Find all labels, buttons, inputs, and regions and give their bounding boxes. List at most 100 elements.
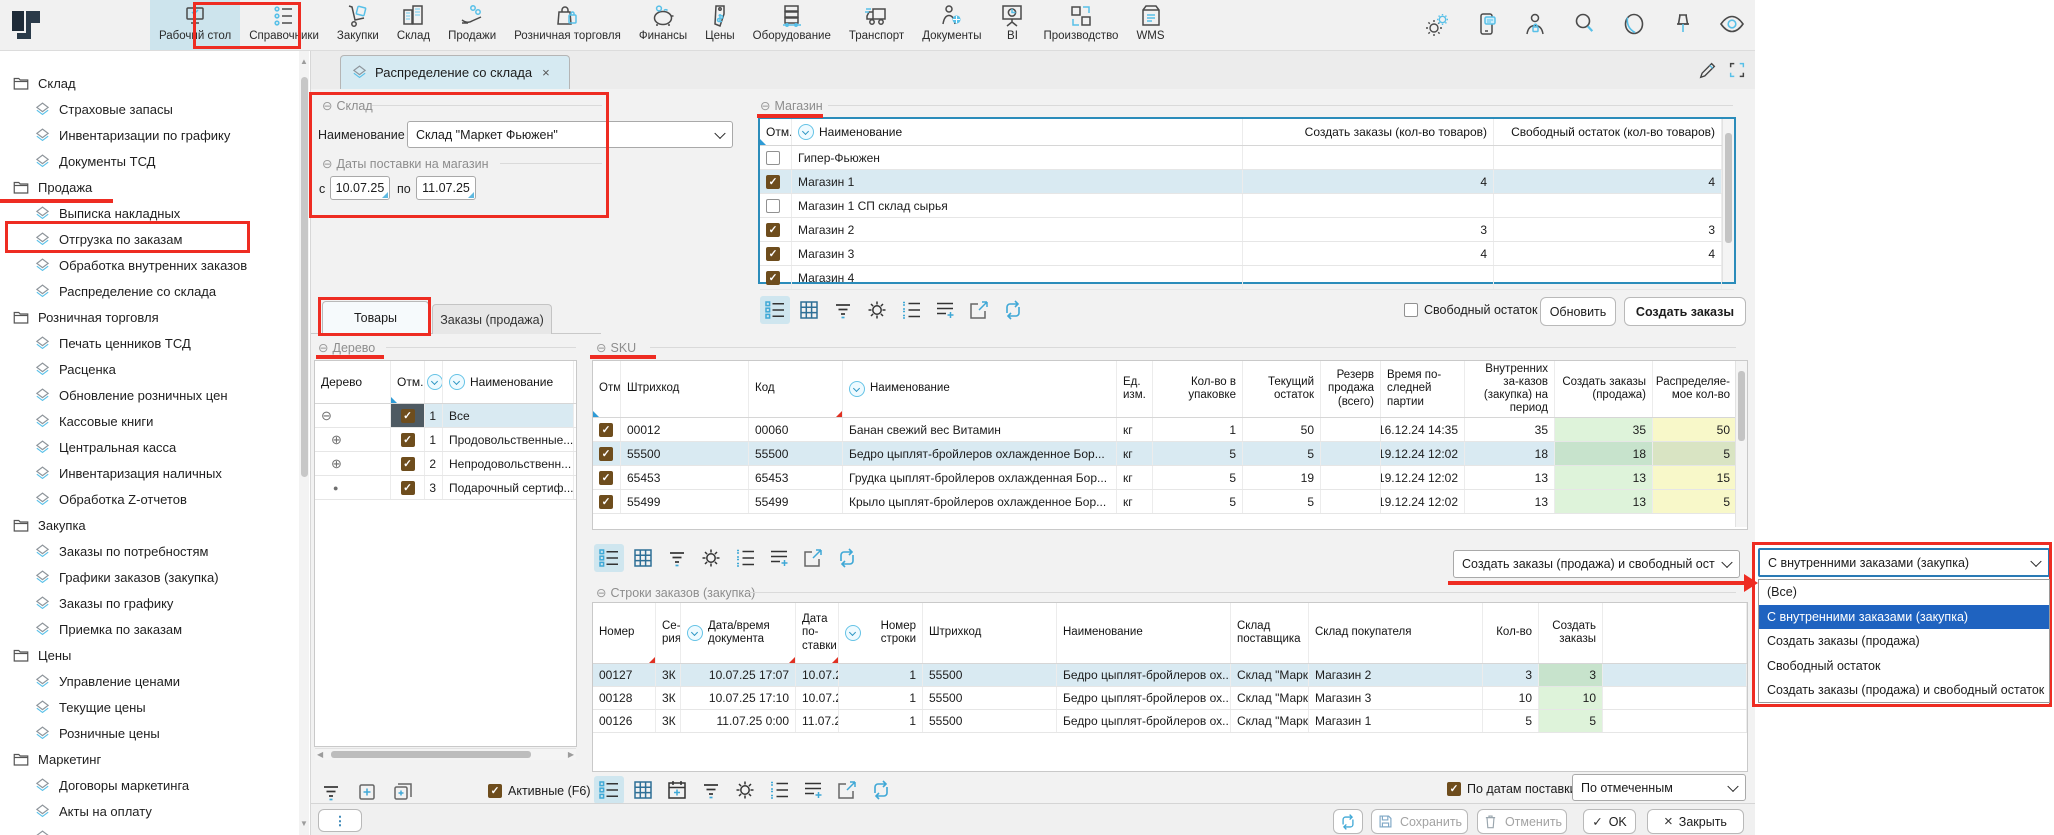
filter-icon[interactable] <box>316 778 346 806</box>
user-lock-icon[interactable] <box>1523 11 1549 37</box>
sidebar-folder-marketing[interactable]: Маркетинг <box>0 746 308 772</box>
option-create-orders[interactable]: Создать заказы (продажа) <box>1759 629 2049 654</box>
col-last-batch[interactable]: Время по-следней партии <box>1381 361 1465 417</box>
tree-row[interactable]: ⊕ 1 Продовольственные... <box>315 428 576 452</box>
sidebar-item[interactable]: Заказы по графику <box>0 590 330 616</box>
by-marked-select[interactable]: По отмеченным <box>1572 774 1746 801</box>
export-icon[interactable] <box>798 544 828 572</box>
col-tree[interactable]: Дерево <box>315 361 391 403</box>
tree-row[interactable]: ● 3 Подарочный сертиф... <box>315 476 576 500</box>
refresh-small-button[interactable] <box>1333 809 1363 834</box>
free-rest-checkbox[interactable]: Свободный остаток <box>1404 303 1537 317</box>
col-reserve[interactable]: Резерв продажа (всего) <box>1321 361 1381 417</box>
collapse-icon[interactable]: ⊖ <box>596 341 606 355</box>
row-checkbox[interactable] <box>766 247 780 261</box>
col-delivery[interactable]: Дата по-ставки <box>796 603 839 663</box>
scrollbar-thumb[interactable] <box>1725 133 1732 243</box>
date-from-input[interactable]: 10.07.25 <box>330 176 390 200</box>
refresh-icon[interactable] <box>832 544 862 572</box>
sku-mode-select[interactable]: Создать заказы (продажа) и свободный ост… <box>1453 550 1740 578</box>
add-list-icon[interactable] <box>798 776 828 804</box>
close-button[interactable]: ×Закрыть <box>1647 809 1744 834</box>
device-chat-icon[interactable] <box>1474 11 1500 37</box>
nav-production[interactable]: Производство <box>1034 0 1127 50</box>
sidebar-item[interactable]: Обработка Z-отчетов <box>0 486 330 512</box>
sidebar-item[interactable]: Центральная касса <box>0 434 330 460</box>
filter-chevron-icon[interactable] <box>845 625 861 641</box>
add-stack-icon[interactable] <box>388 778 418 806</box>
sidebar-item[interactable]: Обработка внутренних заказов <box>0 252 330 278</box>
warehouse-select[interactable]: Склад "Маркет Фьюжен" <box>407 121 733 148</box>
sku-scrollbar[interactable] <box>1735 361 1747 527</box>
sidebar-item[interactable]: Заказы по потребностям <box>0 538 330 564</box>
add-list-icon[interactable] <box>764 544 794 572</box>
col-name[interactable]: Наименование <box>843 361 1117 417</box>
sidebar-scrollbar-thumb[interactable] <box>301 77 308 477</box>
nav-retail[interactable]: Розничная торговля <box>505 0 630 50</box>
add-list-icon[interactable] <box>930 296 960 324</box>
settings-gear-icon[interactable] <box>862 296 892 324</box>
export-icon[interactable] <box>964 296 994 324</box>
eye-icon[interactable] <box>1719 11 1745 37</box>
row-checkbox[interactable] <box>766 151 780 165</box>
filter-chevron-icon[interactable] <box>427 374 443 390</box>
row-checkbox[interactable] <box>401 433 415 447</box>
grid-view-icon[interactable] <box>794 296 824 324</box>
row-checkbox[interactable] <box>766 223 780 237</box>
ok-button[interactable]: ✓OK <box>1583 809 1636 834</box>
col-mark[interactable]: Отм. <box>593 361 621 417</box>
col-supplier[interactable]: Склад поставщика <box>1231 603 1309 663</box>
sidebar-item-partial[interactable] <box>0 824 330 835</box>
nav-warehouse[interactable]: Склад <box>388 0 439 50</box>
collapse-icon[interactable]: ⊖ <box>322 157 332 171</box>
nav-desktop[interactable]: Рабочий стол <box>150 0 240 50</box>
checkbox[interactable] <box>1404 303 1418 317</box>
row-checkbox[interactable] <box>766 175 780 189</box>
tab-sales-orders[interactable]: Заказы (продажа) <box>432 304 552 334</box>
table-row[interactable]: Магазин 4 <box>760 266 1734 290</box>
sidebar-item[interactable]: Выписка накладных <box>0 200 330 226</box>
table-row[interactable]: Магазин 344 <box>760 242 1734 266</box>
col-internal[interactable]: Внутренних за-казов (закупка) на период <box>1465 361 1555 417</box>
order-row[interactable]: 001283К10.07.25 17:1010.07.25155500Бедро… <box>593 687 1747 710</box>
numbered-list-icon[interactable] <box>896 296 926 324</box>
nav-prices[interactable]: Цены <box>696 0 744 50</box>
scrollbar-thumb[interactable] <box>331 751 531 758</box>
sidebar-item[interactable]: Приемка по заказам <box>0 616 330 642</box>
row-checkbox[interactable] <box>766 271 780 285</box>
option-all[interactable]: (Все) <box>1759 580 2049 605</box>
numbered-list-icon[interactable] <box>730 544 760 572</box>
sidebar-item-raspredelenie[interactable]: Распределение со склада <box>0 278 330 304</box>
table-row-selected[interactable]: Магазин 144 <box>760 170 1734 194</box>
refresh-icon[interactable] <box>998 296 1028 324</box>
magazin-scrollbar[interactable] <box>1722 119 1734 282</box>
col-buyer[interactable]: Склад покупателя <box>1309 603 1483 663</box>
sidebar-item[interactable]: Графики заказов (закупка) <box>0 564 330 590</box>
expand-node-icon[interactable]: ⊕ <box>331 456 342 472</box>
table-row[interactable]: Гипер-Фьюжен <box>760 146 1734 170</box>
settings-gear-icon[interactable] <box>730 776 760 804</box>
filter-chevron-icon[interactable] <box>849 381 865 397</box>
checkbox[interactable] <box>1447 782 1461 796</box>
scrollbar-thumb[interactable] <box>1738 371 1745 441</box>
col-series[interactable]: Се-рия <box>656 603 681 663</box>
option-free-rest[interactable]: Свободный остаток <box>1759 654 2049 679</box>
sidebar-item[interactable]: Розничные цены <box>0 720 330 746</box>
sku-row[interactable]: 5549955499Крыло цыплят-бройлеров охлажде… <box>593 490 1747 514</box>
sidebar-item[interactable]: Печать ценников ТСД <box>0 330 330 356</box>
nav-sales[interactable]: Продажи <box>439 0 505 50</box>
sidebar-folder-prodazha[interactable]: Продажа <box>0 174 308 200</box>
settings-gear-icon[interactable] <box>696 544 726 572</box>
grid-view-icon[interactable] <box>628 544 658 572</box>
col-name[interactable]: Наименование <box>1057 603 1231 663</box>
col-mark[interactable]: Отм. <box>391 361 425 403</box>
sku-row[interactable]: 0001200060Банан свежий вес Витаминкг1501… <box>593 418 1747 442</box>
collapse-icon[interactable]: ⊖ <box>760 99 770 113</box>
scroll-down-icon[interactable]: ▼ <box>300 819 308 828</box>
collapse-node-icon[interactable]: ⊖ <box>321 408 332 424</box>
sidebar-item[interactable]: Инвентаризация наличных <box>0 460 330 486</box>
col-free[interactable]: Свободный остаток (кол-во товаров) <box>1494 119 1722 145</box>
add-box-icon[interactable] <box>352 778 382 806</box>
col-extra[interactable] <box>1603 603 1747 663</box>
filter-icon[interactable] <box>696 776 726 804</box>
